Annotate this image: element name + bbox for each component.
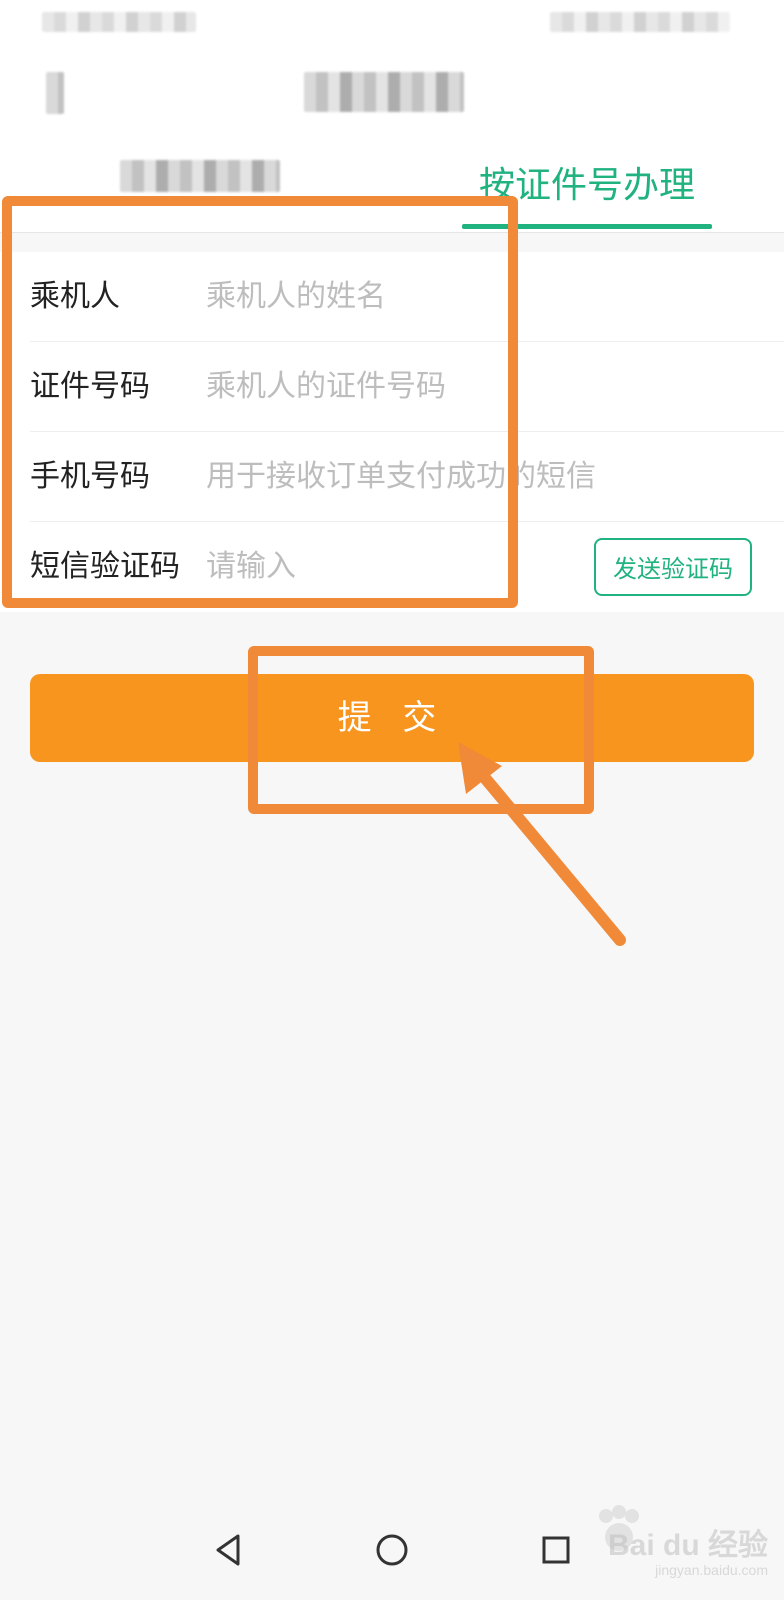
watermark-url: jingyan.baidu.com	[655, 1562, 768, 1578]
page-title-blur	[304, 72, 464, 112]
tab-other-blur[interactable]	[120, 160, 280, 192]
watermark-brand: Bai du 经验	[607, 1529, 768, 1562]
annotation-submit-highlight	[248, 646, 594, 814]
send-code-label: 发送验证码	[613, 555, 733, 583]
back-icon[interactable]	[200, 1522, 256, 1578]
baidu-jingyan-watermark: Bai du 经验 jingyan.baidu.com	[558, 1502, 768, 1590]
status-bar-left-blur	[42, 12, 196, 32]
status-bar-right-blur	[550, 12, 730, 32]
send-code-button[interactable]: 发送验证码	[594, 538, 752, 596]
system-nav-bar: Bai du 经验 jingyan.baidu.com	[0, 1500, 784, 1600]
back-button-blur[interactable]	[46, 72, 64, 114]
annotation-form-highlight	[2, 196, 518, 608]
home-icon[interactable]	[364, 1522, 420, 1578]
